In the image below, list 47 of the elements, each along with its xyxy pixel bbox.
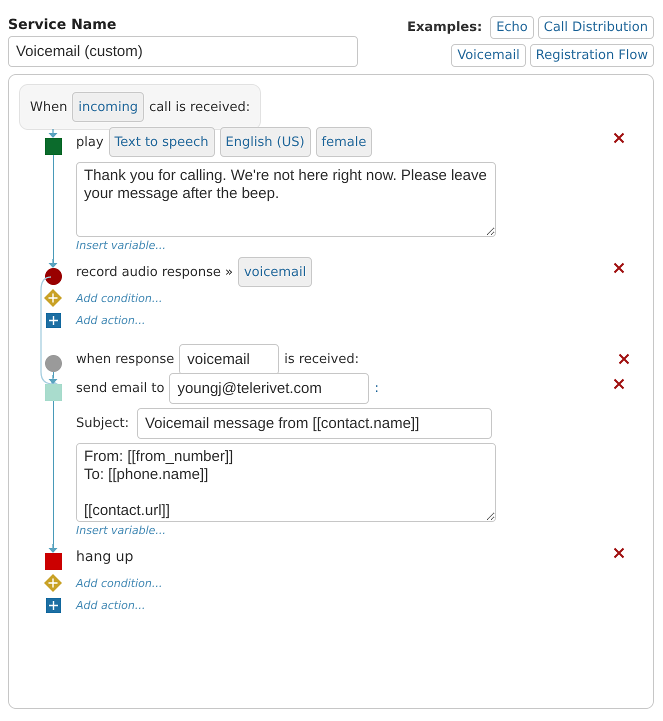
close-icon[interactable] — [613, 132, 625, 144]
message-textarea[interactable]: Thank you for calling. We're not here right now. Please leave your message after the beep. — [76, 162, 496, 237]
step-label: when response — [76, 352, 174, 366]
example-button[interactable]: Echo — [490, 16, 534, 40]
close-icon[interactable] — [613, 547, 625, 559]
subject-field[interactable]: Voicemail message from [[contact.name]] — [136, 408, 492, 438]
variable-select[interactable]: voicemail — [238, 257, 312, 287]
response-field[interactable]: voicemail — [179, 344, 280, 374]
circle-marker-icon — [44, 268, 62, 285]
close-icon[interactable] — [613, 262, 625, 274]
step-label: is received: — [284, 352, 359, 366]
square-marker-icon — [44, 138, 62, 155]
add-action-icon[interactable] — [46, 312, 60, 328]
email-body-textarea[interactable]: From: [[from_number]] To: [[phone.name]] [[contact.url]] — [76, 443, 496, 522]
insert-variable-link[interactable]: Insert variable... — [76, 524, 613, 537]
subject-label: Subject: — [76, 416, 129, 430]
add-action-link[interactable]: Add action... — [76, 314, 146, 326]
option-select[interactable]: female — [316, 127, 372, 157]
step-label: play — [76, 134, 104, 150]
add-condition-link[interactable]: Add condition... — [76, 292, 162, 304]
close-icon[interactable] — [613, 378, 625, 390]
step-label: hang up — [76, 549, 134, 565]
square-marker-icon — [44, 384, 62, 401]
insert-variable-link[interactable]: Insert variable... — [76, 239, 613, 252]
connector-arrow — [47, 129, 59, 138]
example-button[interactable]: Registration Flow — [530, 44, 654, 67]
step-label: record audio response » — [76, 264, 233, 280]
circle-marker-icon — [44, 355, 62, 372]
option-select[interactable]: Text to speech — [108, 127, 215, 157]
service-name-field[interactable]: Voicemail (custom) — [8, 36, 358, 67]
trigger-text: call is received: — [149, 100, 250, 114]
examples-label: Examples: — [407, 20, 482, 36]
option-select[interactable]: English (US) — [220, 127, 311, 157]
example-button[interactable]: Call Distribution — [538, 16, 654, 40]
connector-arrow — [47, 375, 59, 384]
add-condition-link[interactable]: Add condition... — [76, 576, 162, 590]
colon-text: : — [374, 380, 379, 396]
add-action-icon[interactable] — [46, 598, 60, 612]
email-to-field[interactable]: youngj@telerivet.com — [169, 372, 370, 404]
step-label: send email to — [76, 380, 164, 396]
add-action-link[interactable]: Add action... — [76, 598, 146, 612]
call-type-select[interactable]: incoming — [72, 92, 144, 122]
trigger-text: When — [30, 100, 68, 114]
square-marker-icon — [44, 553, 62, 570]
example-button[interactable]: Voicemail — [451, 44, 526, 67]
close-icon[interactable] — [618, 353, 630, 365]
service-name-label: Service Name — [8, 16, 118, 35]
